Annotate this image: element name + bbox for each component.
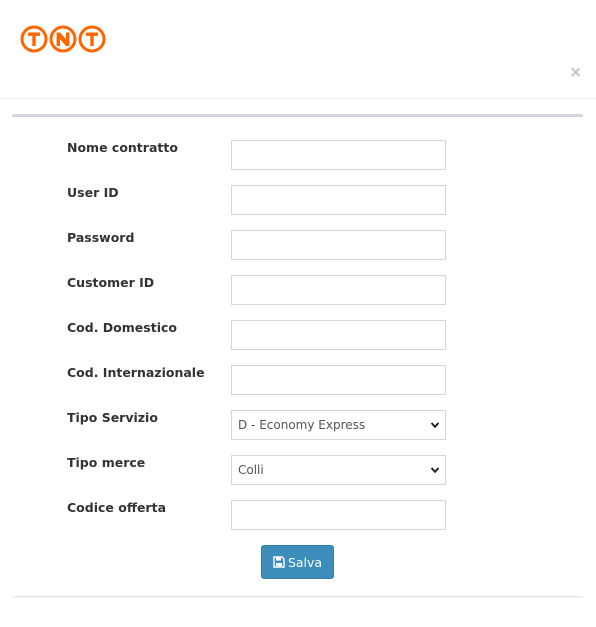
label-password: Password: [67, 230, 135, 245]
tipo-merce-value: Colli: [238, 463, 264, 477]
cod-internazionale-input[interactable]: [231, 365, 446, 395]
floppy-disk-icon: [273, 556, 285, 568]
form-box: Nome contratto User ID Password Customer…: [12, 114, 583, 597]
close-button[interactable]: ×: [569, 63, 582, 81]
save-button-label: Salva: [287, 554, 323, 570]
customer-id-input[interactable]: [231, 275, 446, 305]
tipo-servizio-select[interactable]: D - Economy Express: [231, 410, 446, 440]
label-user-id: User ID: [67, 185, 119, 200]
label-tipo-servizio: Tipo Servizio: [67, 410, 158, 425]
tipo-merce-select[interactable]: Colli: [231, 455, 446, 485]
tnt-logo: [20, 25, 106, 53]
field-row-password: Password: [12, 230, 583, 260]
field-row-codice-offerta: Codice offerta: [12, 500, 583, 530]
label-nome-contratto: Nome contratto: [67, 140, 178, 155]
cod-domestico-input[interactable]: [231, 320, 446, 350]
label-codice-offerta: Codice offerta: [67, 500, 166, 515]
codice-offerta-input[interactable]: [231, 500, 446, 530]
field-row-customer-id: Customer ID: [12, 275, 583, 305]
label-tipo-merce: Tipo merce: [67, 455, 146, 470]
tnt-config-modal: × Nome contratto User ID Password Custom…: [0, 0, 596, 627]
nome-contratto-input[interactable]: [231, 140, 446, 170]
chevron-down-icon: [430, 467, 440, 474]
label-customer-id: Customer ID: [67, 275, 155, 290]
field-row-nome-contratto: Nome contratto: [12, 140, 583, 170]
field-row-tipo-servizio: Tipo Servizio D - Economy Express: [12, 410, 583, 440]
field-row-tipo-merce: Tipo merce Colli: [12, 455, 583, 485]
field-row-cod-domestico: Cod. Domestico: [12, 320, 583, 350]
field-row-user-id: User ID: [12, 185, 583, 215]
save-button[interactable]: Salva: [261, 545, 334, 579]
user-id-input[interactable]: [231, 185, 446, 215]
modal-header: ×: [0, 0, 596, 99]
label-cod-internazionale: Cod. Internazionale: [67, 365, 205, 380]
password-input[interactable]: [231, 230, 446, 260]
chevron-down-icon: [430, 422, 440, 429]
field-row-cod-internazionale: Cod. Internazionale: [12, 365, 583, 395]
tipo-servizio-value: D - Economy Express: [238, 418, 366, 432]
label-cod-domestico: Cod. Domestico: [67, 320, 177, 335]
